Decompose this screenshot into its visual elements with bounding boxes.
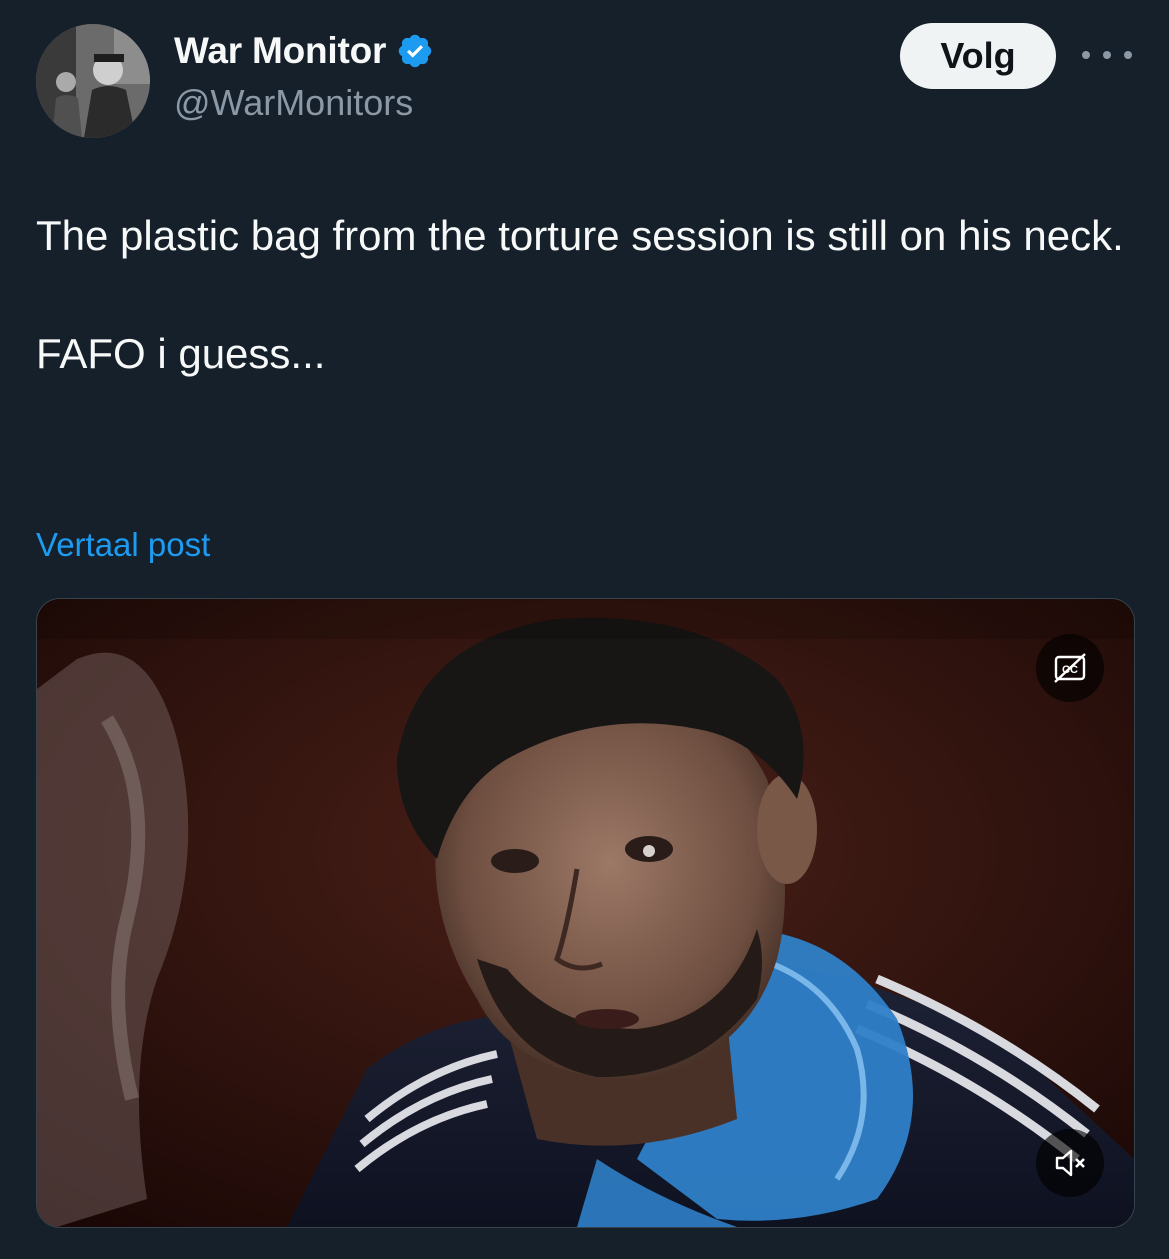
video-player[interactable]: CC [36,598,1135,1228]
post-card: War Monitor @WarMonitors Volg The plasti… [0,0,1169,1259]
translate-post-link[interactable]: Vertaal post [36,526,210,564]
author-display-name[interactable]: War Monitor [174,30,386,72]
author-name-row: War Monitor [174,30,434,72]
more-dots-icon [1082,51,1090,59]
post-paragraph: FAFO i guess... [36,330,326,377]
avatar-image [36,24,150,138]
post-paragraph: The plastic bag from the torture session… [36,212,1124,259]
follow-button[interactable]: Volg [900,23,1056,89]
avatar[interactable] [36,24,150,138]
post-text: The plastic bag from the torture session… [36,206,1126,383]
more-options-button[interactable] [1082,40,1132,70]
closed-captions-off-icon: CC [1054,653,1086,683]
mute-button[interactable] [1036,1129,1104,1197]
author-handle[interactable]: @WarMonitors [174,82,413,124]
more-dots-icon [1124,51,1132,59]
more-dots-icon [1103,51,1111,59]
captions-button[interactable]: CC [1036,634,1104,702]
volume-muted-icon [1055,1149,1085,1177]
verified-badge-icon[interactable] [396,32,434,70]
video-frame [37,599,1134,1227]
